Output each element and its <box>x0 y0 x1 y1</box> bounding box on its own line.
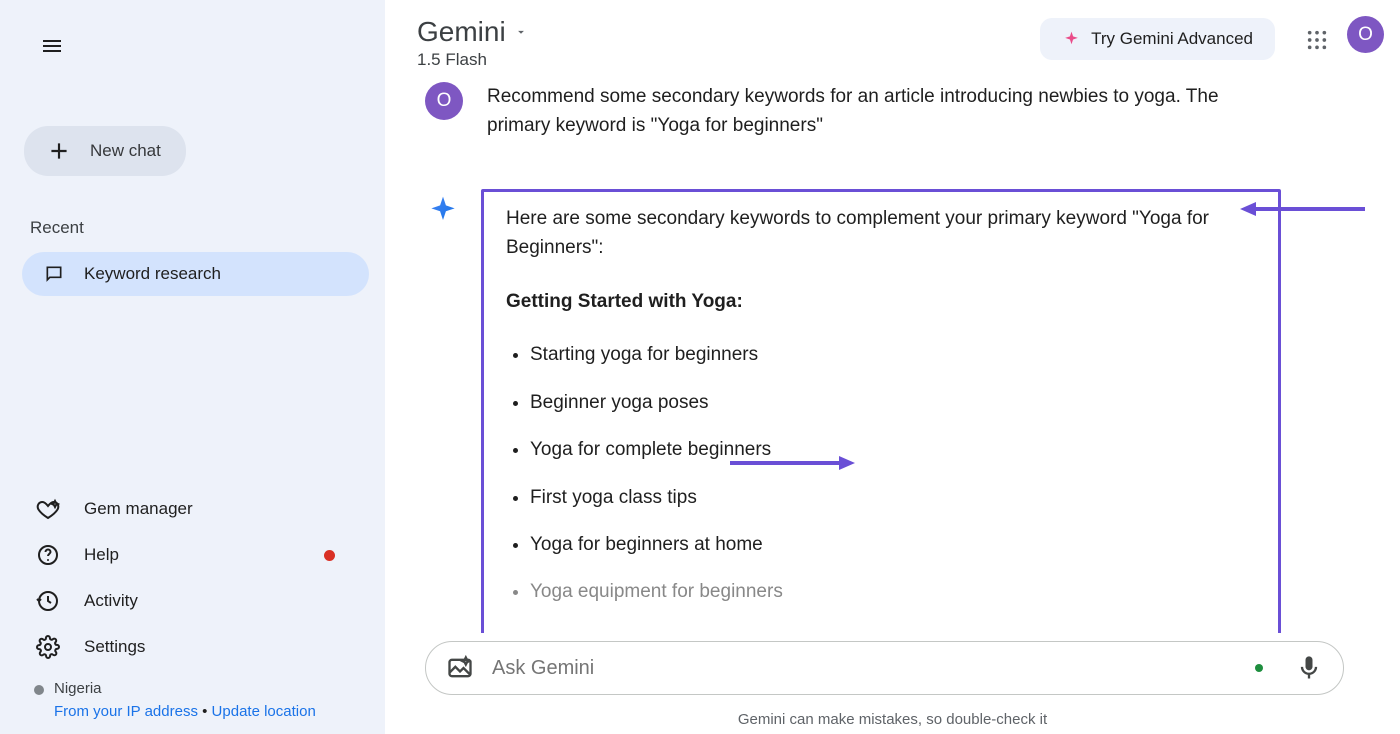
brand-switcher[interactable]: Gemini 1.5 Flash <box>417 16 528 70</box>
main: Gemini 1.5 Flash Try Gemini Advanced O <box>385 0 1400 734</box>
chat-icon <box>44 264 64 284</box>
heart-icon <box>36 497 60 521</box>
brand-name: Gemini <box>417 16 506 48</box>
location-links: From your IP address • Update location <box>16 703 375 724</box>
ai-intro: Here are some secondary keywords to comp… <box>506 204 1256 263</box>
sidebar-item-chat[interactable]: Keyword research <box>22 252 369 296</box>
try-advanced-button[interactable]: Try Gemini Advanced <box>1040 18 1275 60</box>
gear-icon <box>36 635 60 659</box>
sidebar-item-settings[interactable]: Settings <box>22 625 369 669</box>
sidebar: New chat Recent Keyword research Gem man… <box>0 0 385 734</box>
update-location-link[interactable]: Update location <box>212 703 316 720</box>
image-upload-icon[interactable] <box>446 654 474 682</box>
prompt-input-container <box>425 641 1344 695</box>
ai-bullet-list: Starting yoga for beginners Beginner yog… <box>506 340 1256 607</box>
location-text: Nigeria <box>16 670 375 703</box>
sidebar-item-activity[interactable]: Activity <box>22 579 369 623</box>
sidebar-item-gem[interactable]: Gem manager <box>22 487 369 531</box>
help-icon <box>36 543 60 567</box>
topbar: Gemini 1.5 Flash Try Gemini Advanced O <box>385 0 1400 70</box>
hamburger-icon <box>40 34 64 58</box>
sidebar-item-label: Gem manager <box>84 499 193 519</box>
brand-model: 1.5 Flash <box>417 50 528 70</box>
sidebar-item-help[interactable]: Help <box>22 533 369 577</box>
plus-icon <box>46 138 72 164</box>
conversation: O Recommend some secondary keywords for … <box>385 70 1400 633</box>
spark-icon <box>1062 30 1081 49</box>
ai-message-box: Here are some secondary keywords to comp… <box>481 189 1281 633</box>
chevron-down-icon <box>514 25 528 39</box>
ai-section-title: Getting Started with Yoga: <box>506 291 743 312</box>
history-icon <box>36 589 60 613</box>
microphone-icon[interactable] <box>1295 654 1323 682</box>
user-message-text: Recommend some secondary keywords for an… <box>487 82 1267 141</box>
ai-bullet: Yoga equipment for beginners <box>530 577 1256 606</box>
ai-message-text: Here are some secondary keywords to comp… <box>506 204 1256 607</box>
new-chat-label: New chat <box>90 141 161 161</box>
prompt-input[interactable] <box>492 657 1237 680</box>
user-message: O Recommend some secondary keywords for … <box>425 82 1344 141</box>
sidebar-chat-label: Keyword research <box>84 264 221 284</box>
notification-dot <box>324 550 335 561</box>
gemini-sparkle-icon <box>429 193 457 226</box>
ai-message: Here are some secondary keywords to comp… <box>425 189 1344 633</box>
ai-bullet: Yoga for complete beginners <box>530 435 1256 464</box>
user-avatar: O <box>425 82 463 120</box>
disclaimer: Gemini can make mistakes, so double-chec… <box>385 701 1400 734</box>
ai-bullet: First yoga class tips <box>530 483 1256 512</box>
menu-button[interactable] <box>28 22 76 70</box>
recent-label: Recent <box>30 218 375 238</box>
input-area <box>385 633 1400 701</box>
ai-bullet: Beginner yoga poses <box>530 388 1256 417</box>
sidebar-item-label: Activity <box>84 591 138 611</box>
ip-link[interactable]: From your IP address <box>54 703 198 720</box>
status-dot <box>1255 664 1263 672</box>
sidebar-item-label: Help <box>84 545 119 565</box>
apps-grid-icon <box>1306 29 1328 51</box>
google-apps-button[interactable] <box>1293 16 1341 64</box>
try-advanced-label: Try Gemini Advanced <box>1091 29 1253 49</box>
sidebar-item-label: Settings <box>84 637 145 657</box>
ai-bullet: Starting yoga for beginners <box>530 340 1256 369</box>
account-avatar[interactable]: O <box>1347 16 1384 53</box>
new-chat-button[interactable]: New chat <box>24 126 186 176</box>
ai-bullet: Yoga for beginners at home <box>530 530 1256 559</box>
